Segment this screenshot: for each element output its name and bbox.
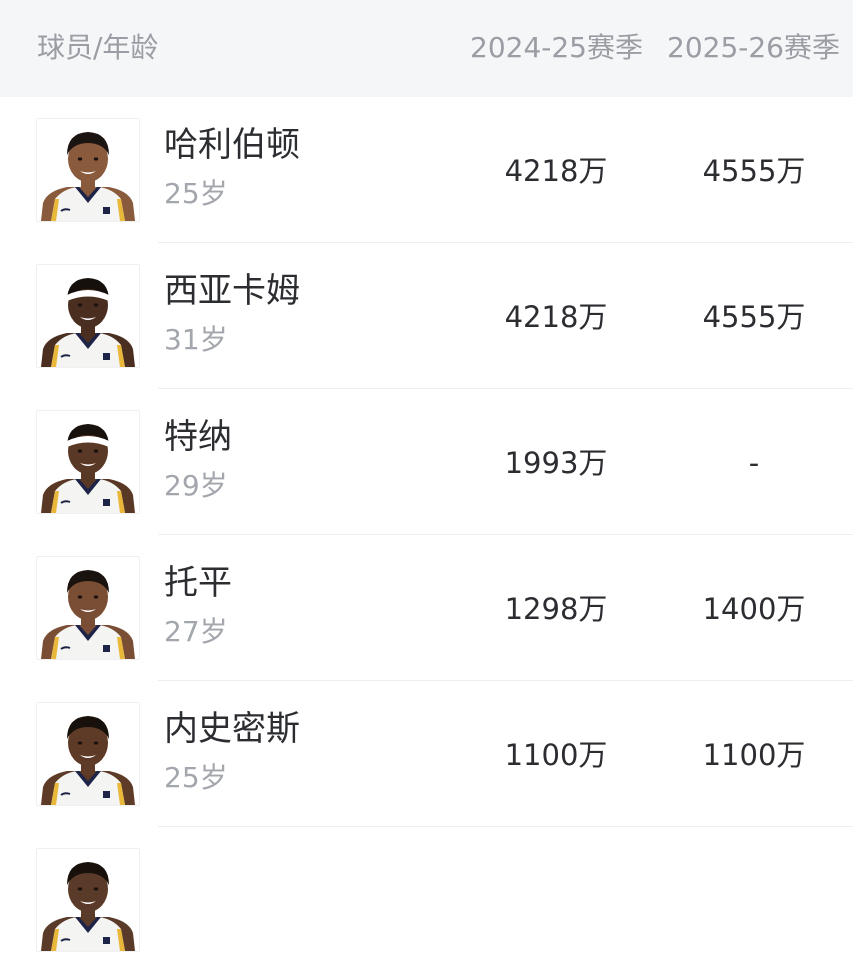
player-name: 特纳 [164, 417, 232, 457]
player-name: 内史密斯 [164, 709, 300, 749]
salary-2024-25: 1993万 [504, 446, 608, 480]
player-age: 29岁 [164, 469, 228, 502]
salary-2024-25: 4218万 [504, 300, 608, 334]
header-season-2024-25: 2024-25赛季 [470, 31, 643, 64]
player-row[interactable]: 内史密斯 25岁 1100万 1100万 [0, 681, 853, 827]
player-headshot-icon [41, 278, 135, 367]
player-avatar [36, 118, 140, 222]
player-row[interactable] [0, 827, 853, 973]
player-row[interactable]: 特纳 29岁 1993万 - [0, 389, 853, 535]
salary-2024-25: 1298万 [504, 592, 608, 626]
player-age: 25岁 [164, 761, 228, 794]
player-headshot-icon [41, 132, 135, 221]
header-player-age: 球员/年龄 [37, 31, 159, 64]
salary-2025-26: 1100万 [702, 738, 806, 772]
player-name: 西亚卡姆 [164, 271, 300, 311]
player-headshot-icon [41, 424, 135, 513]
salary-2024-25: 1100万 [504, 738, 608, 772]
player-age: 31岁 [164, 323, 228, 356]
player-row[interactable]: 西亚卡姆 31岁 4218万 4555万 [0, 243, 853, 389]
salary-2025-26: - [748, 446, 760, 480]
player-headshot-icon [41, 862, 135, 951]
player-avatar [36, 556, 140, 660]
salary-2025-26: 4555万 [702, 300, 806, 334]
player-avatar [36, 702, 140, 806]
salary-2025-26: 1400万 [702, 592, 806, 626]
salary-2025-26: 4555万 [702, 154, 806, 188]
table-header: 球员/年龄 2024-25赛季 2025-26赛季 [0, 0, 853, 97]
player-name: 托平 [164, 563, 232, 603]
player-avatar [36, 410, 140, 514]
player-age: 27岁 [164, 615, 228, 648]
player-list: 哈利伯顿 25岁 4218万 4555万 西亚卡姆 31岁 4218万 4555… [0, 97, 853, 973]
player-name: 哈利伯顿 [164, 125, 300, 165]
player-headshot-icon [41, 716, 135, 805]
player-avatar [36, 264, 140, 368]
player-row[interactable]: 托平 27岁 1298万 1400万 [0, 535, 853, 681]
player-row[interactable]: 哈利伯顿 25岁 4218万 4555万 [0, 97, 853, 243]
salary-2024-25: 4218万 [504, 154, 608, 188]
header-season-2025-26: 2025-26赛季 [667, 31, 840, 64]
player-headshot-icon [41, 570, 135, 659]
player-age: 25岁 [164, 177, 228, 210]
